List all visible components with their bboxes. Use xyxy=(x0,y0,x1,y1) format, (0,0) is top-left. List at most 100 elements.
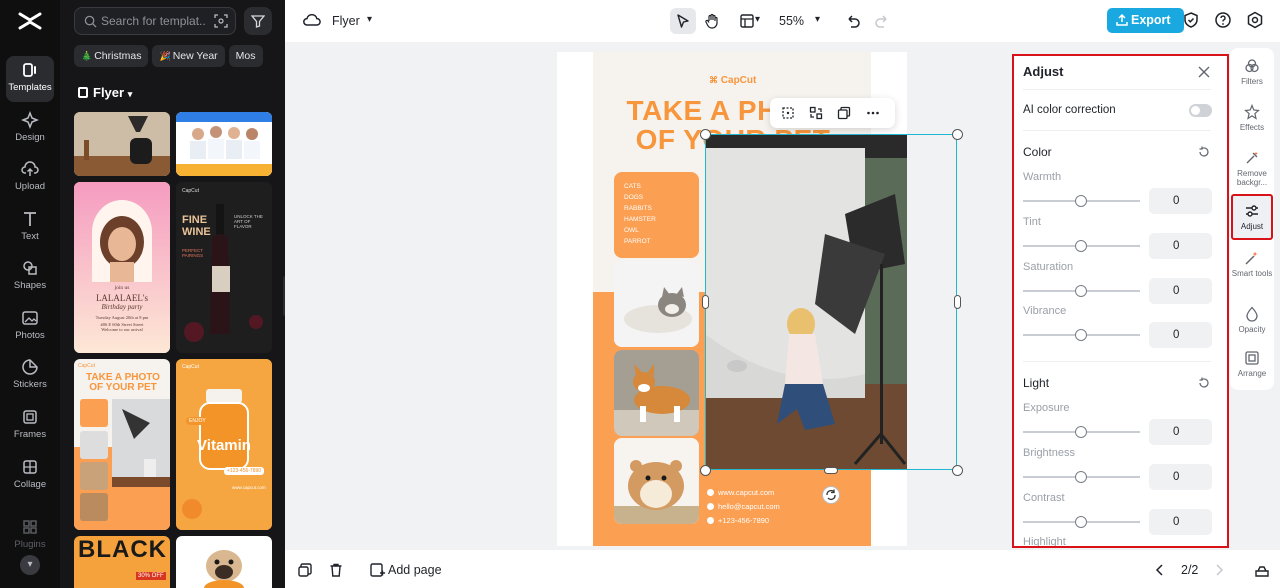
add-page-icon[interactable] xyxy=(369,562,385,578)
resize-handle-bottom[interactable] xyxy=(824,467,838,474)
chip-christmas[interactable]: 🎄 Christmas xyxy=(74,45,149,67)
saturation-value[interactable]: 0 xyxy=(1149,278,1212,304)
tool-adjust[interactable]: Adjust xyxy=(1231,194,1273,240)
rail-templates[interactable]: Templates xyxy=(6,56,54,102)
tint-knob[interactable] xyxy=(1075,240,1087,252)
replace-icon[interactable] xyxy=(809,106,823,120)
contact-email[interactable]: hello@capcut.com xyxy=(707,502,780,511)
export-button[interactable]: Export xyxy=(1107,8,1184,33)
reset-icon[interactable] xyxy=(1198,146,1210,158)
rail-text[interactable]: Text xyxy=(6,205,54,251)
template-thumb-pug[interactable] xyxy=(176,536,272,588)
vibrance-knob[interactable] xyxy=(1075,329,1087,341)
image-search-icon[interactable] xyxy=(214,14,228,28)
rail-collage[interactable]: Collage xyxy=(6,453,54,499)
chevron-down-icon[interactable]: ▾ xyxy=(815,14,820,25)
chevron-down-icon[interactable]: ▾ xyxy=(367,14,372,25)
saturation-knob[interactable] xyxy=(1075,285,1087,297)
warmth-value[interactable]: 0 xyxy=(1149,188,1212,214)
stickers-icon xyxy=(22,359,38,375)
frames-icon xyxy=(23,410,37,424)
chevron-right-icon[interactable] xyxy=(1211,562,1227,578)
add-page-button[interactable]: Add page xyxy=(388,563,442,577)
help-icon[interactable] xyxy=(1214,11,1232,29)
duplicate-page-icon[interactable] xyxy=(297,562,313,578)
resize-handle-left[interactable] xyxy=(702,295,709,309)
resize-handle-bl[interactable] xyxy=(700,465,711,476)
chip-new-year[interactable]: 🎉 New Year xyxy=(152,45,225,67)
tool-effects[interactable]: Effects xyxy=(1230,104,1274,132)
rail-label: Templates xyxy=(8,82,52,93)
close-icon[interactable] xyxy=(1197,65,1211,79)
template-thumb-wine[interactable]: CapCut FINE WINE PERFECT PAIRINGS UNLOCK… xyxy=(176,182,272,353)
chevron-left-icon[interactable] xyxy=(1152,562,1168,578)
rail-shapes[interactable]: Shapes xyxy=(6,254,54,300)
template-thumb-black[interactable]: BLACK 30% OFF xyxy=(74,536,170,588)
rail-stickers[interactable]: Stickers xyxy=(6,353,54,399)
chevron-down-icon[interactable]: ▾ xyxy=(755,14,760,25)
exposure-knob[interactable] xyxy=(1075,426,1087,438)
contact-web[interactable]: www.capcut.com xyxy=(707,488,774,497)
template-thumb-coffee[interactable] xyxy=(74,112,170,176)
rail-design[interactable]: Design xyxy=(6,106,54,152)
chevron-down-icon[interactable]: ▾ xyxy=(20,555,40,575)
resize-handle-tr[interactable] xyxy=(952,129,963,140)
select-tool[interactable] xyxy=(670,8,696,34)
zoom-level[interactable]: 55% xyxy=(779,14,804,28)
search-input[interactable] xyxy=(101,12,205,30)
rotate-handle[interactable] xyxy=(822,486,840,504)
search-box[interactable] xyxy=(74,7,236,35)
tint-value[interactable]: 0 xyxy=(1149,233,1212,259)
upload-icon xyxy=(21,161,39,176)
tool-smart-tools[interactable]: Smart tools xyxy=(1230,250,1274,278)
category-title[interactable]: Flyer ▾ xyxy=(78,85,132,100)
undo-button[interactable] xyxy=(840,8,866,34)
exposure-value[interactable]: 0 xyxy=(1149,419,1212,445)
duplicate-icon[interactable] xyxy=(837,106,851,120)
tool-opacity[interactable]: Opacity xyxy=(1230,306,1274,334)
dog-photo[interactable] xyxy=(614,350,699,436)
crop-select-icon[interactable] xyxy=(781,106,795,120)
redo-button[interactable] xyxy=(869,8,895,34)
brightness-value[interactable]: 0 xyxy=(1149,464,1212,490)
resize-handle-right[interactable] xyxy=(954,295,961,309)
rail-photos[interactable]: Photos xyxy=(6,304,54,350)
reset-icon[interactable] xyxy=(1198,377,1210,389)
document-name[interactable]: Flyer xyxy=(332,14,360,28)
pages-panel-icon[interactable] xyxy=(1254,562,1270,578)
tool-filters[interactable]: Filters xyxy=(1230,58,1274,86)
wine-title: FINE WINE xyxy=(182,214,211,238)
rail-upload[interactable]: Upload xyxy=(6,155,54,201)
settings-icon[interactable] xyxy=(1246,11,1264,29)
tool-arrange[interactable]: Arrange xyxy=(1230,350,1274,378)
contrast-knob[interactable] xyxy=(1075,516,1087,528)
rail-plugins[interactable]: Plugins xyxy=(6,513,54,559)
ai-color-correction-toggle[interactable] xyxy=(1189,104,1212,117)
selection-box[interactable] xyxy=(705,134,957,470)
hamster-photo[interactable] xyxy=(614,438,699,524)
filter-button[interactable] xyxy=(244,7,272,35)
shield-icon[interactable] xyxy=(1182,11,1200,29)
vibrance-value[interactable]: 0 xyxy=(1149,322,1212,348)
resize-handle-tl[interactable] xyxy=(700,129,711,140)
more-icon[interactable] xyxy=(866,106,880,120)
chip-more[interactable]: Mos xyxy=(228,45,263,67)
cloud-icon[interactable] xyxy=(303,12,321,28)
pet-list-box[interactable]: CATS DOGS RABBITS HAMSTER OWL PARROT xyxy=(614,172,699,258)
template-thumb-pet[interactable]: CapCut TAKE A PHOTO OF YOUR PET xyxy=(74,359,170,530)
contact-phone[interactable]: +123-456-7890 xyxy=(707,516,769,525)
wine-bottle-image xyxy=(176,182,272,353)
warmth-knob[interactable] xyxy=(1075,195,1087,207)
brightness-knob[interactable] xyxy=(1075,471,1087,483)
trash-icon[interactable] xyxy=(328,562,344,578)
template-thumb-vitamin[interactable]: CapCut ENJOY Vitamin +123-456-7890 www.c… xyxy=(176,359,272,530)
tool-remove-background[interactable]: Remove backgr... xyxy=(1230,150,1274,187)
canvas-area[interactable]: ⌘ CapCut TAKE A PHOTO OF YOUR PET CATS D… xyxy=(285,42,1005,550)
resize-handle-br[interactable] xyxy=(952,465,963,476)
contrast-value[interactable]: 0 xyxy=(1149,509,1212,535)
cat-photo[interactable] xyxy=(614,261,699,347)
rail-frames[interactable]: Frames xyxy=(6,403,54,449)
template-thumb-birthday[interactable]: join us LALALAEL's Birthday party Tuesda… xyxy=(74,182,170,353)
template-thumb-medical[interactable] xyxy=(176,112,272,176)
hand-tool[interactable] xyxy=(699,8,725,34)
